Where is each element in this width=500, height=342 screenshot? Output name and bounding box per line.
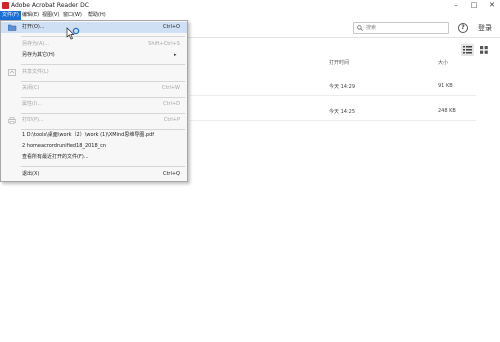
menu-item-save-as[interactable]: 另存为(A)... Shift+Ctrl+S	[1, 39, 187, 50]
recent-file-label: 1 D:\tools\桌面\work（2）\work (1)\XMind思维导图…	[22, 132, 155, 138]
menu-item-label: 打开(O)...	[22, 24, 45, 30]
menu-edit[interactable]: 编辑(E)	[20, 11, 41, 20]
menu-item-shortcut: Ctrl+W	[161, 85, 180, 91]
column-header-size[interactable]: 大小	[438, 59, 448, 66]
menu-item-save-as-other[interactable]: 另存为其它(H) ▸	[1, 50, 187, 61]
title-bar: Adobe Acrobat Reader DC – □ ✕	[0, 0, 500, 11]
search-icon	[357, 25, 363, 31]
acrobat-logo-icon	[2, 2, 9, 9]
file-menu-dropdown: 打开(O)... Ctrl+O 另存为(A)... Shift+Ctrl+S 另…	[0, 20, 188, 182]
list-view-icon	[463, 46, 472, 54]
menu-bar: 文件(F) 编辑(E) 视图(V) 窗口(W) 帮助(H)	[0, 11, 500, 20]
menu-item-open[interactable]: 打开(O)... Ctrl+O	[1, 22, 187, 33]
menu-item-exit[interactable]: 退出(X) Ctrl+Q	[1, 169, 187, 180]
grid-view-button[interactable]	[478, 44, 491, 56]
column-header-opened[interactable]: 打开时间	[329, 59, 349, 66]
row-file-size: 248 KB	[438, 108, 456, 114]
menu-file[interactable]: 文件(F)	[0, 11, 21, 20]
close-window-button[interactable]: ✕	[484, 0, 500, 11]
menu-item-share[interactable]: 共享文件(L)	[1, 67, 187, 78]
menu-separator	[21, 64, 185, 65]
menu-item-recent-file[interactable]: 1 D:\tools\桌面\work（2）\work (1)\XMind思维导图…	[1, 130, 187, 141]
window-title: Adobe Acrobat Reader DC	[11, 2, 89, 9]
menu-item-label: 关闭(C)	[22, 85, 40, 91]
recent-file-label: 2 homeacrordrunified18_2018_cn	[22, 143, 107, 149]
menu-item-view-all-recent[interactable]: 查看所有最近打开的文件(F)...	[1, 152, 187, 163]
help-button[interactable]: ?	[458, 23, 468, 33]
table-row[interactable]: 今天 14:29 91 KB	[190, 75, 476, 96]
menu-item-shortcut: Shift+Ctrl+S	[148, 41, 180, 47]
menu-item-recent-file[interactable]: 2 homeacrordrunified18_2018_cn	[1, 141, 187, 152]
menu-separator	[21, 36, 185, 37]
menu-separator	[21, 81, 185, 82]
row-opened-time: 今天 14:25	[329, 109, 355, 115]
folder-open-icon	[8, 24, 17, 31]
menu-separator	[21, 166, 185, 167]
maximize-button[interactable]: □	[466, 0, 482, 11]
search-input[interactable]	[366, 23, 446, 33]
menu-item-label: 另存为其它(H)	[22, 52, 55, 58]
list-view-button[interactable]	[461, 44, 474, 56]
menu-item-label: 退出(X)	[22, 171, 40, 177]
menu-help[interactable]: 帮助(H)	[86, 11, 108, 20]
menu-item-label: 打印(P)...	[22, 117, 44, 123]
menu-window[interactable]: 窗口(W)	[61, 11, 84, 20]
row-file-size: 91 KB	[438, 83, 453, 89]
menu-item-close[interactable]: 关闭(C) Ctrl+W	[1, 83, 187, 94]
menu-item-print[interactable]: 打印(P)... Ctrl+P	[1, 115, 187, 126]
menu-item-shortcut: Ctrl+D	[163, 101, 180, 107]
login-button[interactable]: 登录	[478, 23, 492, 33]
menu-view[interactable]: 视图(V)	[40, 11, 61, 20]
menu-item-label: 共享文件(L)	[22, 69, 49, 75]
share-icon	[8, 69, 16, 76]
menu-item-label: 另存为(A)...	[22, 41, 50, 47]
menu-item-shortcut: Ctrl+Q	[162, 171, 180, 177]
submenu-arrow-icon: ▸	[174, 52, 177, 58]
menu-separator	[21, 113, 185, 114]
menu-item-shortcut: Ctrl+P	[163, 117, 180, 123]
grid-view-icon	[480, 46, 488, 54]
menu-item-shortcut: Ctrl+O	[162, 24, 180, 30]
row-opened-time: 今天 14:29	[329, 84, 355, 90]
mouse-cursor-icon	[66, 27, 80, 40]
menu-item-properties[interactable]: 属性(I)... Ctrl+D	[1, 99, 187, 110]
table-row[interactable]: 今天 14:25 248 KB	[190, 100, 476, 121]
menu-separator	[21, 97, 185, 98]
menu-item-label: 查看所有最近打开的文件(F)...	[22, 154, 89, 160]
menu-item-label: 属性(I)...	[22, 101, 43, 107]
minimize-button[interactable]: –	[448, 0, 464, 11]
printer-icon	[8, 117, 16, 124]
search-box[interactable]	[353, 22, 449, 34]
